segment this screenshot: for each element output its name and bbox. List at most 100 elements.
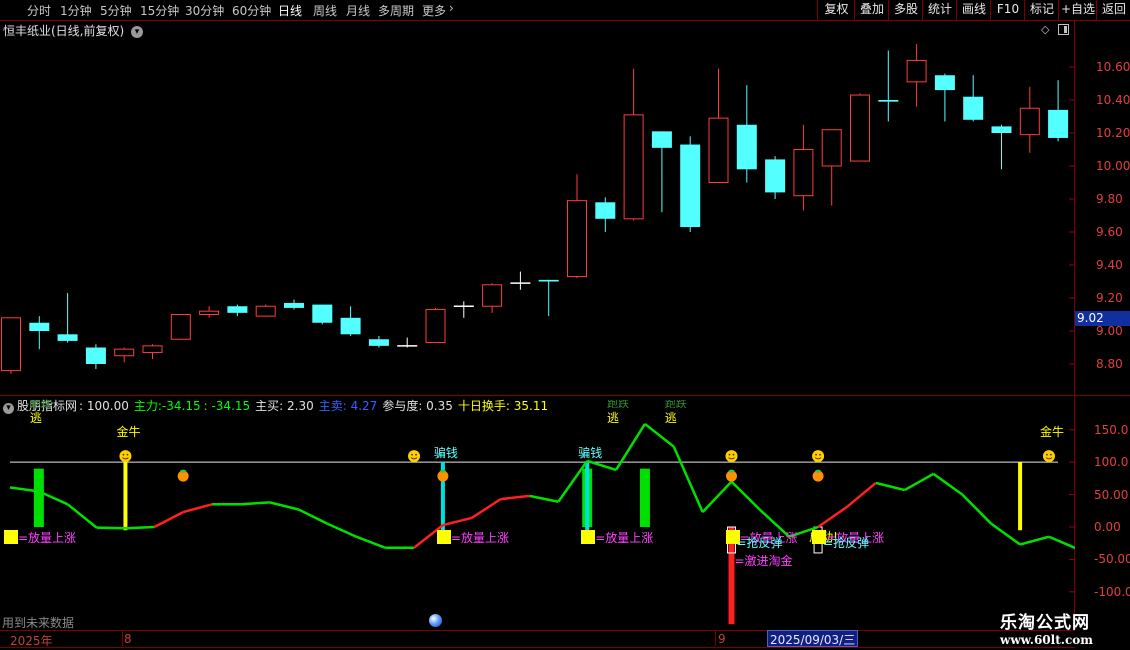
- smiley-eye: [819, 453, 821, 456]
- candle: [538, 279, 559, 317]
- indicator-line-segment: [269, 501, 299, 511]
- indicator-chart[interactable]: [0, 395, 1075, 630]
- date-month-9: 9: [718, 632, 726, 646]
- period-tab[interactable]: 日线: [278, 2, 302, 19]
- watermark-line1: 乐淘公式网: [1000, 613, 1090, 633]
- candle: [85, 344, 106, 369]
- signal-label: 逃: [29, 411, 42, 425]
- watermark-line2: www.60lt.com: [1000, 633, 1093, 647]
- candle: [567, 174, 587, 279]
- toolbar-button[interactable]: 返回: [1096, 0, 1130, 20]
- toolbar-button[interactable]: 统计: [922, 0, 957, 20]
- indicator-line-segment: [96, 526, 126, 530]
- candle: [736, 85, 757, 183]
- candle: [114, 347, 135, 363]
- candle-body: [114, 348, 135, 357]
- smiley-icon: [812, 450, 825, 463]
- candle-body: [991, 126, 1012, 133]
- smiley-icon: [119, 450, 132, 463]
- smiley-eye: [415, 453, 417, 456]
- fruit-leaf: [180, 469, 187, 473]
- candle: [57, 293, 78, 343]
- indicator-line-segment: [644, 422, 675, 448]
- toolbar-button[interactable]: 标记: [1024, 0, 1059, 20]
- indicator-line-segment: [240, 501, 270, 506]
- period-tab[interactable]: 15分钟: [140, 2, 179, 19]
- smiley-eye: [122, 453, 125, 456]
- smiley-eye: [1050, 453, 1052, 456]
- candle: [708, 68, 729, 183]
- smiley-icon: [1042, 450, 1055, 463]
- candle: [850, 93, 870, 162]
- toolbar-button[interactable]: 复权: [817, 0, 855, 20]
- candle-body: [29, 322, 50, 331]
- candle-body: [567, 200, 587, 278]
- price-axis-label: 9.40: [1096, 258, 1123, 272]
- smiley-face: [408, 450, 421, 463]
- period-tab[interactable]: 30分钟: [185, 2, 224, 19]
- indicator-axis-label: 50.00: [1094, 487, 1129, 502]
- candle-body: [906, 59, 927, 83]
- toolbar-button[interactable]: 画线: [956, 0, 991, 20]
- candle: [934, 73, 955, 122]
- price-axis-label: 9.20: [1096, 291, 1123, 305]
- indicator-line-segment: [355, 535, 386, 549]
- indicator-line-segment: [66, 503, 98, 529]
- fruit-leaf: [439, 469, 446, 473]
- period-tab[interactable]: 多周期: [378, 2, 414, 19]
- signal-label-top: 跑跌: [607, 400, 630, 408]
- indicator-line-segment: [125, 525, 155, 530]
- signal-label: 骗钱: [578, 446, 603, 461]
- period-tab[interactable]: 分时: [27, 2, 51, 19]
- candle: [312, 304, 333, 325]
- toolbar-button[interactable]: +自选: [1058, 0, 1097, 20]
- price-axis-label: 10.60: [1096, 60, 1130, 74]
- date-tick: [715, 631, 716, 646]
- candle: [765, 156, 786, 199]
- period-tab[interactable]: 60分钟: [232, 2, 271, 19]
- candle: [510, 271, 531, 290]
- blue-ball-icon[interactable]: [429, 614, 442, 627]
- candle: [284, 299, 304, 310]
- period-tab[interactable]: 月线: [346, 2, 370, 19]
- indicator-axis-label: -100.0: [1094, 584, 1130, 599]
- signal-label: 金牛: [1039, 425, 1064, 440]
- period-tab[interactable]: 更多: [422, 2, 446, 19]
- yellow-square-icon: [581, 529, 596, 544]
- smiley-face: [1042, 450, 1055, 463]
- smiley-eye: [1046, 453, 1048, 456]
- smiley-face: [119, 450, 132, 463]
- candle: [199, 306, 220, 318]
- candle-body: [57, 334, 78, 341]
- toolbar-button[interactable]: 多股: [888, 0, 923, 20]
- indicator-axis-label: 0.00: [1094, 520, 1121, 534]
- indicator-axis-label: 150.0: [1094, 422, 1129, 437]
- signal-label-top: 跑跌: [664, 400, 687, 408]
- indicator-line-segment: [672, 446, 704, 513]
- period-tab[interactable]: 周线: [313, 2, 337, 19]
- indicator-line-segment: [904, 472, 935, 492]
- candle: [963, 75, 984, 122]
- period-tab[interactable]: 1分钟: [60, 2, 92, 19]
- price-axis-label: 9.00: [1096, 324, 1123, 338]
- indicator-line-segment: [701, 480, 733, 513]
- chevron-right-icon[interactable]: ›: [449, 1, 454, 15]
- candle-body: [85, 347, 106, 364]
- price-axis-label: 10.00: [1096, 159, 1130, 173]
- candlestick-chart[interactable]: [0, 20, 1075, 395]
- candle: [680, 136, 701, 232]
- candle-body: [850, 94, 870, 162]
- fruit-leaf: [728, 469, 735, 473]
- toolbar-button[interactable]: 叠加: [854, 0, 889, 20]
- candle-body: [736, 124, 757, 170]
- signal-label: 金牛: [116, 425, 141, 440]
- indicator-line-segment: [529, 494, 559, 503]
- candle-body: [1048, 109, 1069, 138]
- date-tick: [122, 631, 123, 646]
- toolbar-button[interactable]: F10: [990, 0, 1025, 20]
- date-axis: 2025年 8 9: [0, 630, 1075, 648]
- candle: [1, 317, 21, 374]
- indicator-line-segment: [1019, 535, 1050, 546]
- candle-body: [255, 305, 276, 317]
- period-tab[interactable]: 5分钟: [100, 2, 132, 19]
